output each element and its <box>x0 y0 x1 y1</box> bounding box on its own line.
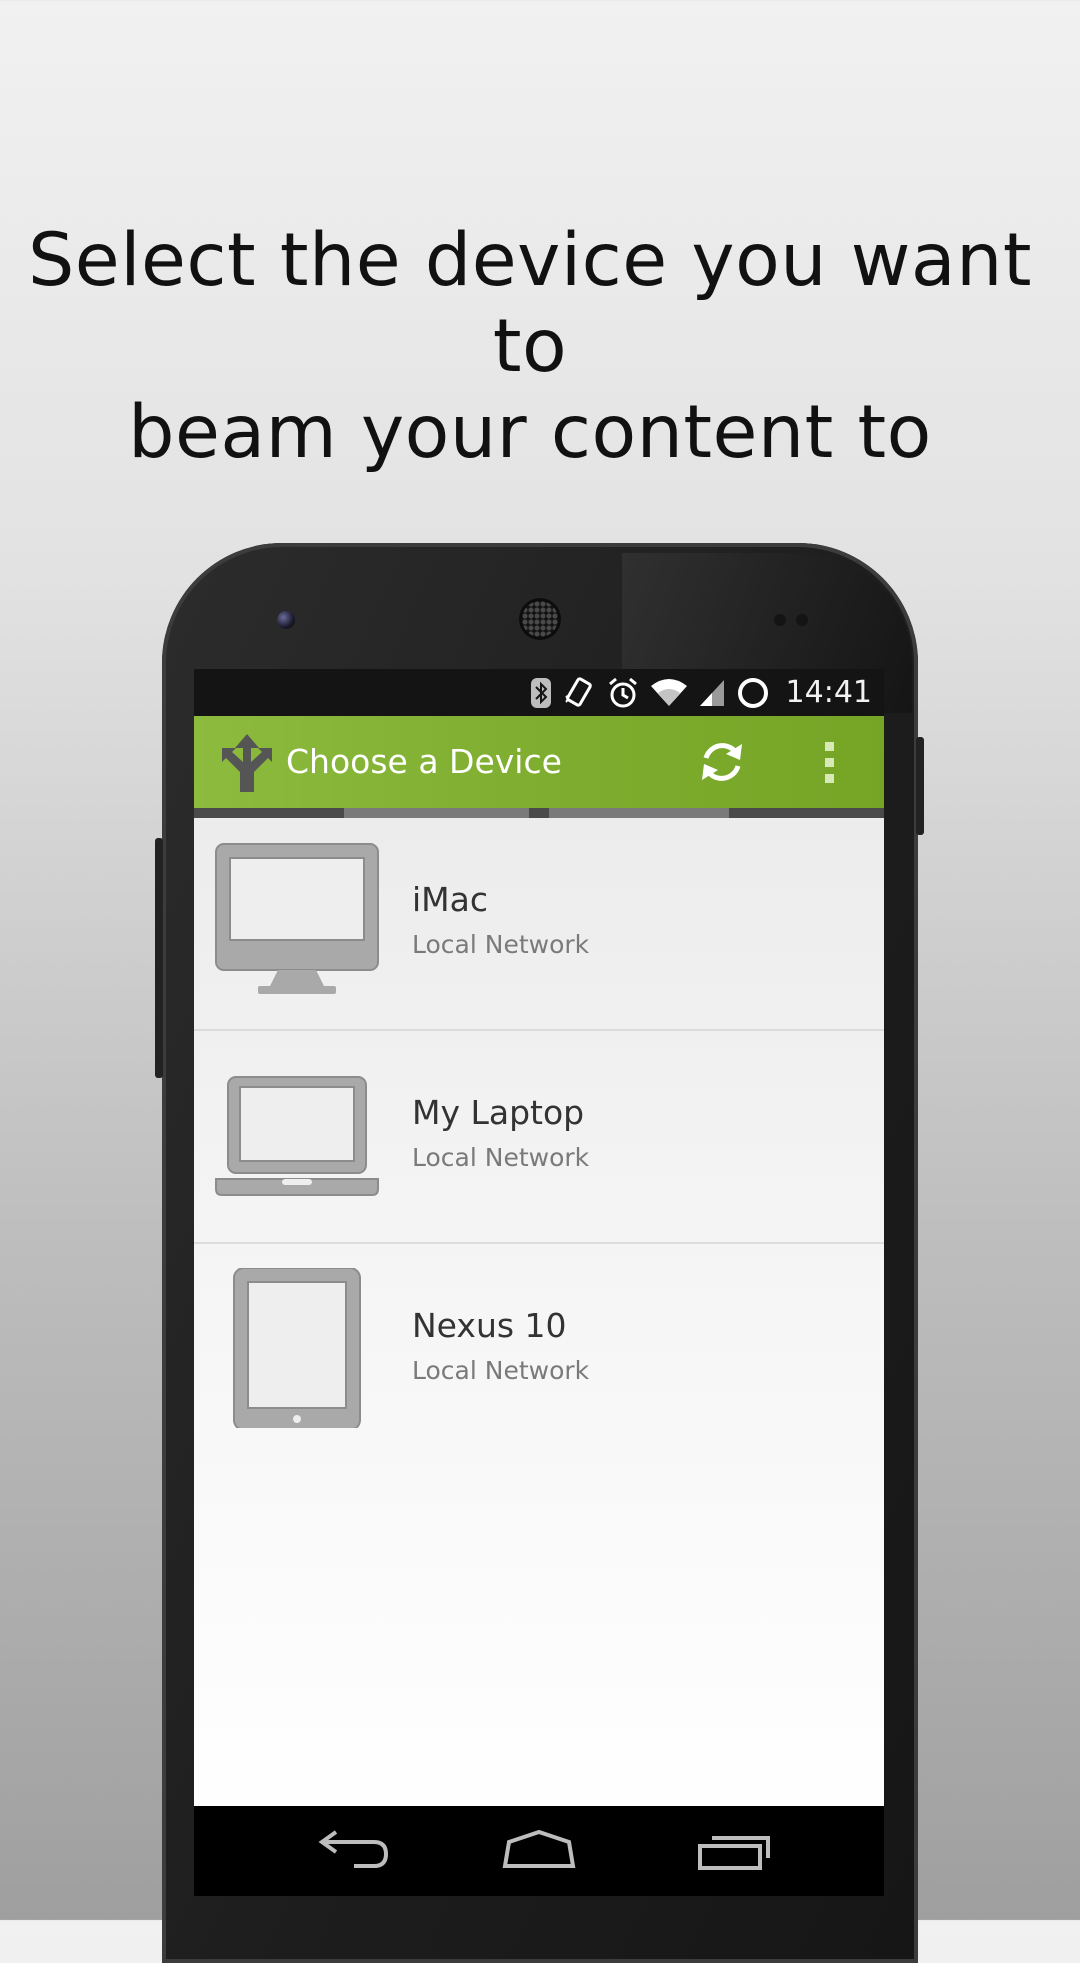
headline-line-1: Select the device you want to <box>27 218 1033 389</box>
scan-progress-bar <box>194 808 884 818</box>
device-name: iMac <box>412 880 489 919</box>
progress-segment <box>344 808 529 818</box>
home-icon[interactable] <box>499 1824 579 1874</box>
status-time: 14:41 <box>785 675 872 710</box>
headline-line-2: beam your content to <box>128 390 932 475</box>
earpiece-speaker <box>522 601 558 637</box>
light-sensor <box>796 614 808 626</box>
status-bar: 14:41 <box>194 669 884 716</box>
vibrate-icon <box>564 676 592 707</box>
split-arrows-icon[interactable] <box>216 732 278 794</box>
bluetooth-icon <box>530 677 551 708</box>
front-camera <box>277 611 295 629</box>
phone-screen: 14:41 Choose a Device iMac Local Network… <box>194 669 884 1896</box>
navigation-bar <box>194 1806 884 1896</box>
device-name: My Laptop <box>412 1093 585 1132</box>
recents-icon[interactable] <box>694 1824 774 1874</box>
action-bar-title: Choose a Device <box>286 742 562 781</box>
wifi-icon <box>650 678 687 706</box>
volume-button <box>155 838 163 1078</box>
progress-segment <box>549 808 729 818</box>
power-button <box>916 737 924 835</box>
sync-circle-icon <box>737 677 768 708</box>
device-row-laptop[interactable]: My Laptop Local Network <box>194 1031 884 1244</box>
device-network: Local Network <box>412 1356 590 1385</box>
alarm-icon <box>608 677 637 707</box>
proximity-sensor <box>774 614 786 626</box>
action-bar: Choose a Device <box>194 716 884 808</box>
refresh-icon[interactable] <box>696 736 748 788</box>
tablet-icon <box>233 1268 361 1428</box>
signal-icon <box>699 679 724 706</box>
laptop-icon <box>215 1076 379 1196</box>
device-list: iMac Local Network My Laptop Local Netwo… <box>194 818 884 1818</box>
overflow-menu-icon[interactable] <box>810 736 850 788</box>
desktop-monitor-icon <box>215 843 379 994</box>
device-name: Nexus 10 <box>412 1306 567 1345</box>
device-row-imac[interactable]: iMac Local Network <box>194 818 884 1031</box>
device-row-nexus-10[interactable]: Nexus 10 Local Network <box>194 1244 884 1455</box>
back-icon[interactable] <box>314 1824 394 1874</box>
promo-headline: Select the device you want to beam your … <box>0 218 1060 476</box>
device-network: Local Network <box>412 1143 590 1172</box>
device-network: Local Network <box>412 930 590 959</box>
